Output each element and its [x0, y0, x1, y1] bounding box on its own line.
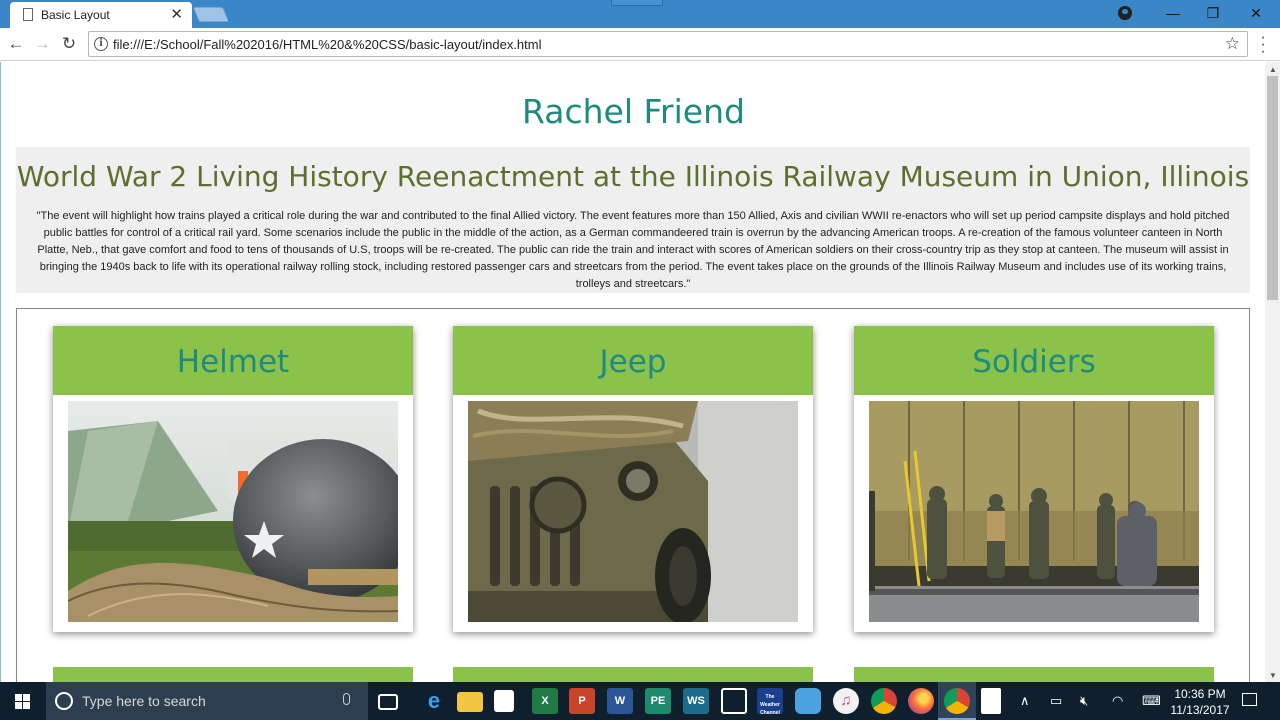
clock-time: 10:36 PM — [1174, 687, 1226, 701]
close-window-button[interactable]: ✕ — [1246, 4, 1266, 22]
card-next-header — [854, 667, 1214, 682]
edge-icon[interactable]: e — [421, 688, 447, 714]
card-next-header — [53, 667, 413, 682]
minimize-button[interactable]: — — [1163, 4, 1183, 22]
profile-icon[interactable] — [1118, 6, 1132, 20]
itunes-icon[interactable]: ♫ — [833, 688, 859, 714]
action-center-icon[interactable] — [1242, 693, 1257, 706]
card-soldiers: Soldiers — [854, 326, 1214, 632]
browser-titlebar: Basic Layout ✕ — ❐ ✕ — [0, 0, 1280, 28]
chrome-menu-icon[interactable]: · · · — [1258, 30, 1268, 60]
clock-date: 11/13/2017 — [1170, 703, 1230, 717]
bookmark-star-icon[interactable]: ☆ — [1225, 34, 1240, 54]
card-helmet: Helmet — [53, 326, 413, 632]
restore-button[interactable]: ❐ — [1203, 4, 1223, 22]
file-explorer-icon[interactable] — [457, 692, 483, 712]
microphone-icon[interactable] — [343, 693, 350, 705]
task-view-icon[interactable] — [378, 694, 398, 710]
visual-studio-icon[interactable]: WS — [683, 688, 709, 714]
battery-icon[interactable]: ▭ — [1050, 693, 1062, 709]
window-grip — [611, 0, 663, 6]
photos-icon[interactable] — [795, 688, 821, 714]
forward-icon[interactable]: → — [32, 34, 52, 54]
chrome-active-icon[interactable] — [944, 688, 970, 714]
intro-section: World War 2 Living History Reenactment a… — [16, 147, 1250, 293]
jeep-photo — [468, 401, 798, 622]
excel-icon[interactable]: X — [532, 688, 558, 714]
store-icon[interactable] — [494, 690, 514, 712]
search-placeholder[interactable]: Type here to search — [82, 693, 206, 709]
powerpoint-icon[interactable]: P — [569, 688, 595, 714]
system-clock[interactable]: 10:36 PM 11/13/2017 — [1170, 686, 1230, 718]
publisher-icon[interactable]: PE — [645, 688, 671, 714]
back-icon[interactable]: ← — [6, 34, 26, 54]
keyboard-icon[interactable]: ⌨ — [1142, 693, 1161, 709]
intro-text: "The event will highlight how trains pla… — [36, 210, 1230, 290]
taskbar-search[interactable]: Type here to search — [46, 682, 368, 720]
vertical-scrollbar[interactable]: ▲ ▼ — [1265, 62, 1280, 682]
page-icon — [23, 8, 33, 21]
page-viewport: Rachel Friend World War 2 Living History… — [0, 62, 1265, 682]
card-title: Jeep — [453, 326, 813, 395]
show-hidden-icons[interactable]: ∧ — [1020, 693, 1030, 709]
browser-tab[interactable]: Basic Layout ✕ — [10, 2, 192, 28]
address-url[interactable]: file:///E:/School/Fall%202016/HTML%20&%2… — [113, 37, 542, 52]
tab-close-icon[interactable]: ✕ — [170, 5, 183, 23]
photo-gallery: Helmet Jeep Soldiers — [16, 308, 1250, 682]
card-title: Helmet — [53, 326, 413, 395]
wifi-icon[interactable]: ◠ — [1112, 693, 1123, 709]
helmet-photo — [68, 401, 398, 622]
app-icon[interactable] — [721, 688, 747, 714]
tab-title: Basic Layout — [41, 8, 110, 22]
soldiers-photo — [869, 401, 1199, 622]
document-icon[interactable] — [981, 688, 1001, 714]
scroll-thumb[interactable] — [1267, 76, 1278, 300]
site-info-icon[interactable]: i — [94, 37, 108, 51]
weather-channel-icon[interactable]: The Weather Channel — [757, 688, 783, 716]
chrome-icon[interactable] — [871, 688, 897, 714]
site-title: Rachel Friend — [522, 92, 745, 131]
windows-logo-icon — [15, 694, 30, 709]
card-next-header — [453, 667, 813, 682]
card-jeep: Jeep — [453, 326, 813, 632]
reload-icon[interactable]: ↻ — [59, 34, 79, 54]
scroll-down-icon[interactable]: ▼ — [1269, 671, 1277, 680]
start-button[interactable] — [0, 682, 46, 720]
windows-taskbar: Type here to search e X P W PE WS The We… — [0, 682, 1280, 720]
intro-heading: World War 2 Living History Reenactment a… — [16, 160, 1250, 193]
word-icon[interactable]: W — [607, 688, 633, 714]
firefox-icon[interactable] — [908, 688, 934, 714]
new-tab-button[interactable] — [192, 7, 230, 22]
scroll-up-icon[interactable]: ▲ — [1269, 65, 1277, 74]
address-bar[interactable]: i file:///E:/School/Fall%202016/HTML%20&… — [88, 31, 1248, 57]
volume-muted-icon[interactable]: 🔇︎ — [1080, 693, 1088, 709]
card-title: Soldiers — [854, 326, 1214, 395]
browser-toolbar: ← → ↻ i file:///E:/School/Fall%202016/HT… — [0, 28, 1280, 61]
cortana-icon — [55, 692, 73, 710]
